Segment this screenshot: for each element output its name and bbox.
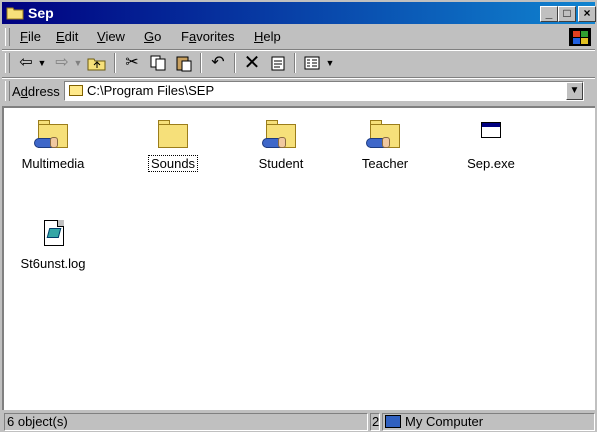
menu-view-label: iew (105, 29, 125, 44)
close-icon: × (583, 6, 591, 20)
properties-button[interactable] (266, 53, 290, 73)
up-button[interactable] (86, 53, 108, 73)
views-icon (304, 56, 320, 70)
menu-grip[interactable] (5, 28, 10, 46)
dropdown-arrow-icon: ▼ (569, 85, 580, 96)
menu-bar: File Edit View Go Favorites Help (2, 26, 595, 48)
menu-edit[interactable]: Edit (56, 29, 78, 44)
up-folder-icon (87, 58, 106, 71)
menu-go-label: o (154, 29, 162, 44)
menu-favorites-prefix: F (181, 29, 189, 44)
views-button[interactable] (300, 53, 324, 73)
menu-edit-mnemonic: E (56, 29, 65, 44)
delete-button[interactable]: ✕ (240, 53, 264, 73)
menu-file[interactable]: File (20, 29, 41, 44)
menu-file-label: ile (27, 29, 41, 44)
file-item-student[interactable]: Student (238, 118, 324, 171)
back-dropdown[interactable]: ▼ (36, 53, 48, 73)
shared-folder-icon (366, 118, 402, 150)
file-name: Sep.exe (467, 156, 515, 171)
address-mnemonic: d (20, 84, 28, 99)
toolbar-separator (294, 53, 296, 73)
address-grip[interactable] (5, 81, 10, 101)
cut-button[interactable]: ✂ (120, 53, 144, 73)
forward-icon: ⇨ (55, 54, 69, 71)
address-label: Address (12, 84, 60, 99)
file-list-view[interactable]: Multimedia Sounds Student Teacher Sep.ex… (2, 106, 595, 410)
forward-button[interactable]: ⇨ (52, 53, 72, 73)
file-name: Sounds (147, 155, 199, 172)
toolbar-grip[interactable] (5, 53, 10, 73)
standard-toolbar: ⇦ ▼ ⇨ ▼ ✂ ↶ ✕ ▼ (2, 50, 595, 76)
paste-icon (176, 56, 192, 72)
dropdown-arrow-icon: ▼ (73, 58, 83, 68)
dropdown-arrow-icon: ▼ (37, 58, 47, 68)
title-bar[interactable]: Sep _ □ × (2, 2, 596, 24)
windows-logo-icon (569, 28, 591, 46)
menu-go-mnemonic: G (144, 29, 155, 44)
properties-icon (271, 56, 285, 71)
minimize-icon: _ (545, 6, 553, 20)
menu-edit-label: dit (64, 29, 79, 44)
toolbar-separator (114, 53, 116, 73)
undo-button[interactable]: ↶ (206, 53, 230, 73)
back-icon: ⇦ (19, 54, 33, 71)
my-computer-icon (385, 415, 401, 429)
menu-help-mnemonic: H (254, 29, 264, 44)
file-item-multimedia[interactable]: Multimedia (10, 118, 96, 171)
copy-button[interactable] (146, 53, 170, 73)
file-name: Teacher (361, 156, 409, 171)
status-zone: My Computer (382, 413, 595, 431)
cut-icon: ✂ (125, 54, 139, 71)
file-item-sep-exe[interactable]: Sep.exe (448, 118, 534, 171)
shared-folder-icon (262, 118, 298, 150)
status-middle-pane: 2 (370, 413, 380, 431)
shared-folder-icon (34, 118, 70, 150)
file-name: Multimedia (21, 156, 85, 171)
file-item-st6unst-log[interactable]: St6unst.log (10, 218, 96, 271)
dropdown-arrow-icon: ▼ (325, 58, 335, 68)
toolbar-separator (234, 53, 236, 73)
menu-help[interactable]: Help (254, 29, 281, 44)
menu-file-mnemonic: F (20, 29, 28, 44)
address-dropdown-button[interactable]: ▼ (566, 82, 583, 100)
file-name: Student (258, 156, 304, 171)
status-object-count: 6 object(s) (4, 413, 368, 431)
window-title: Sep (28, 5, 54, 21)
toolbar-separator (200, 53, 202, 73)
application-icon (474, 118, 508, 150)
folder-icon (156, 118, 190, 150)
maximize-icon: □ (563, 6, 571, 20)
file-item-teacher[interactable]: Teacher (342, 118, 428, 171)
menu-go[interactable]: Go (144, 29, 161, 44)
back-button[interactable]: ⇦ (16, 53, 36, 73)
delete-icon: ✕ (243, 52, 261, 74)
menu-favorites[interactable]: Favorites (181, 29, 234, 44)
address-input[interactable]: C:\Program Files\SEP ▼ (64, 81, 584, 101)
folder-icon (69, 85, 83, 96)
status-zone-label: My Computer (405, 414, 484, 429)
menu-favorites-label: vorites (196, 29, 235, 44)
folder-icon (6, 7, 24, 20)
log-document-icon (36, 218, 70, 250)
menu-view[interactable]: View (97, 29, 125, 44)
explorer-window: Sep _ □ × File Edit View Go Favorites He… (0, 0, 597, 432)
address-bar: Address C:\Program Files\SEP ▼ (2, 78, 595, 104)
menu-help-label: elp (263, 29, 281, 44)
views-dropdown[interactable]: ▼ (324, 53, 336, 73)
undo-icon: ↶ (211, 54, 225, 71)
forward-dropdown[interactable]: ▼ (72, 53, 84, 73)
paste-button[interactable] (172, 53, 196, 73)
address-value: C:\Program Files\SEP (87, 83, 215, 98)
maximize-button[interactable]: □ (558, 6, 576, 22)
status-bar: 6 object(s) 2 My Computer (2, 411, 595, 432)
close-button[interactable]: × (578, 6, 596, 22)
minimize-button[interactable]: _ (540, 6, 558, 22)
copy-icon (150, 55, 166, 71)
file-name: St6unst.log (20, 256, 86, 271)
file-item-sounds[interactable]: Sounds (130, 118, 216, 172)
